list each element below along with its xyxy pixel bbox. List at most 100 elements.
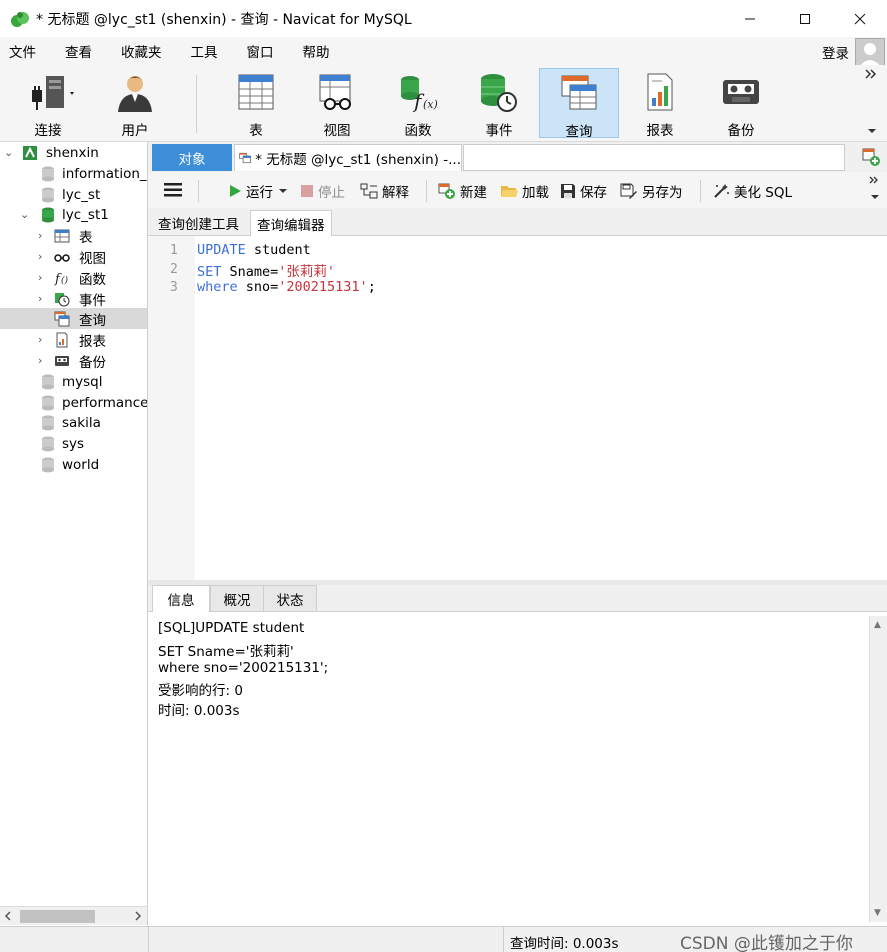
tree-node-views[interactable]: › 视图 [0, 246, 147, 267]
tree-label: 报表 [79, 333, 106, 350]
title-bar: * 无标题 @lyc_st1 (shenxin) - 查询 - Navicat … [0, 0, 887, 37]
function-icon: f (x) [401, 76, 438, 113]
explain-icon [360, 183, 378, 199]
login-link[interactable]: 登录 [822, 42, 849, 62]
close-button[interactable] [832, 0, 887, 37]
tree-db-lyc-st1[interactable]: ⌄ lyc_st1 [0, 204, 147, 225]
info-panel: [SQL]UPDATE student SET Sname='张莉莉' wher… [148, 612, 887, 926]
event-clock-icon [481, 74, 517, 112]
function-button[interactable]: f (x) 函数 [378, 68, 458, 139]
tree-node-reports[interactable]: › 报表 [0, 329, 147, 350]
connect-plug-icon [32, 76, 74, 110]
tree-node-backups[interactable]: › 备份 [0, 350, 147, 371]
tree-db-world[interactable]: world [0, 454, 147, 475]
tree-db-mysql[interactable]: mysql [0, 371, 147, 392]
load-button[interactable]: 加载 [500, 181, 549, 201]
table-icon [238, 74, 274, 110]
tree-db-sys[interactable]: sys [0, 433, 147, 454]
query-time-status: 查询时间: 0.003s [510, 936, 619, 952]
query-button[interactable]: 查询 [539, 68, 619, 140]
connect-label: 连接 [34, 123, 62, 139]
tab-label: 信息 [167, 593, 195, 609]
tab-label: 查询编辑器 [257, 217, 325, 234]
collapse-chevron-icon[interactable]: ⌄ [20, 209, 30, 220]
toolbar-overflow-icon[interactable] [869, 176, 879, 184]
scroll-right-icon[interactable] [134, 911, 142, 921]
save-as-button[interactable]: 另存为 [620, 181, 683, 201]
tab-profile[interactable]: 概况 [210, 585, 264, 612]
maximize-button[interactable] [777, 0, 832, 37]
avatar[interactable] [855, 38, 885, 68]
scroll-down-icon[interactable]: ▼ [874, 908, 881, 918]
tab-query-builder[interactable]: 查询创建工具 [152, 210, 245, 236]
tree-db-lyc-st[interactable]: lyc_st [0, 184, 147, 205]
tree-connection-shenxin[interactable]: ⌄ shenxin [0, 142, 147, 163]
tab-query[interactable]: * 无标题 @lyc_st1 (shenxin) -... [234, 144, 462, 171]
run-button[interactable]: 运行 [228, 181, 291, 201]
expand-chevron-icon[interactable]: › [38, 272, 48, 283]
toolbar-overflow-icon[interactable] [865, 69, 877, 79]
expand-chevron-icon[interactable]: › [38, 251, 48, 262]
navicat-logo-icon [11, 11, 29, 27]
tab-query-editor[interactable]: 查询编辑器 [250, 210, 332, 236]
tab-objects[interactable]: 对象 [152, 144, 232, 171]
toolbar-dropdown-icon[interactable] [871, 194, 879, 200]
report-button[interactable]: 报表 [620, 68, 700, 139]
table-button[interactable]: 表 [216, 68, 296, 139]
beautify-sql-button[interactable]: 美化 SQL [712, 181, 792, 201]
main-tab-strip: 对象 * 无标题 @lyc_st1 (shenxin) -... [148, 142, 887, 172]
scroll-up-icon[interactable]: ▲ [874, 620, 881, 630]
stop-button[interactable]: 停止 [300, 181, 345, 201]
view-button[interactable]: 视图 [297, 68, 377, 139]
tab-info[interactable]: 信息 [152, 585, 210, 612]
new-object-icon[interactable] [861, 147, 881, 167]
minimize-button[interactable] [722, 0, 777, 37]
menu-bar: 文件 查看 收藏夹 工具 窗口 帮助 登录 [0, 37, 887, 68]
tree-db-performance[interactable]: performance [0, 392, 147, 413]
expand-chevron-icon[interactable]: › [38, 355, 48, 366]
backup-button[interactable]: 备份 [701, 68, 781, 139]
tree-db-information[interactable]: information_ [0, 163, 147, 184]
save-button[interactable]: 保存 [560, 181, 607, 201]
tree-node-queries[interactable]: 查询 [0, 308, 147, 329]
toolbar-dropdown-icon[interactable] [867, 127, 877, 135]
tree-db-sakila[interactable]: sakila [0, 412, 147, 433]
query-icon [239, 152, 251, 164]
minimize-icon [744, 18, 755, 19]
sidebar-horizontal-scrollbar[interactable] [0, 906, 147, 925]
info-vertical-scrollbar[interactable]: ▲ ▼ [869, 616, 887, 922]
scrollbar-thumb[interactable] [20, 910, 95, 923]
explain-button[interactable]: 解释 [360, 181, 409, 201]
expand-chevron-icon[interactable]: › [38, 230, 48, 241]
menu-view[interactable]: 查看 [65, 41, 92, 61]
sql-keyword: SET [197, 264, 222, 280]
menu-help[interactable]: 帮助 [303, 41, 330, 61]
info-line: SET Sname='张莉莉' [158, 644, 294, 660]
tree-node-tables[interactable]: › 表 [0, 225, 147, 246]
new-label: 新建 [460, 185, 487, 201]
table-icon [54, 229, 70, 242]
run-dropdown-icon[interactable] [279, 188, 287, 194]
user-button[interactable]: 用户 [95, 68, 175, 139]
tree-node-events[interactable]: › 事件 [0, 288, 147, 309]
new-query-icon [438, 183, 455, 199]
menu-tools[interactable]: 工具 [191, 41, 218, 61]
database-grey-icon [42, 187, 54, 202]
menu-window[interactable]: 窗口 [247, 41, 274, 61]
tab-status[interactable]: 状态 [263, 585, 317, 612]
expand-chevron-icon[interactable]: › [38, 293, 48, 304]
tree-label: world [62, 456, 100, 473]
event-button[interactable]: 事件 [459, 68, 539, 139]
connect-button[interactable]: 连接 [8, 68, 88, 139]
expand-chevron-icon[interactable]: › [38, 334, 48, 345]
function-fx-icon: f() [54, 272, 69, 286]
menu-favorites[interactable]: 收藏夹 [121, 41, 162, 61]
tree-node-functions[interactable]: › f() 函数 [0, 267, 147, 288]
scroll-left-icon[interactable] [4, 911, 12, 921]
hamburger-menu-icon[interactable] [164, 183, 182, 197]
sql-string: '200215131' [278, 279, 368, 295]
new-query-button[interactable]: 新建 [438, 181, 487, 201]
sql-editor[interactable]: 1 2 3 UPDATE student SET Sname='张莉莉' whe… [148, 236, 887, 580]
collapse-chevron-icon[interactable]: ⌄ [4, 147, 14, 158]
menu-file[interactable]: 文件 [9, 41, 36, 61]
